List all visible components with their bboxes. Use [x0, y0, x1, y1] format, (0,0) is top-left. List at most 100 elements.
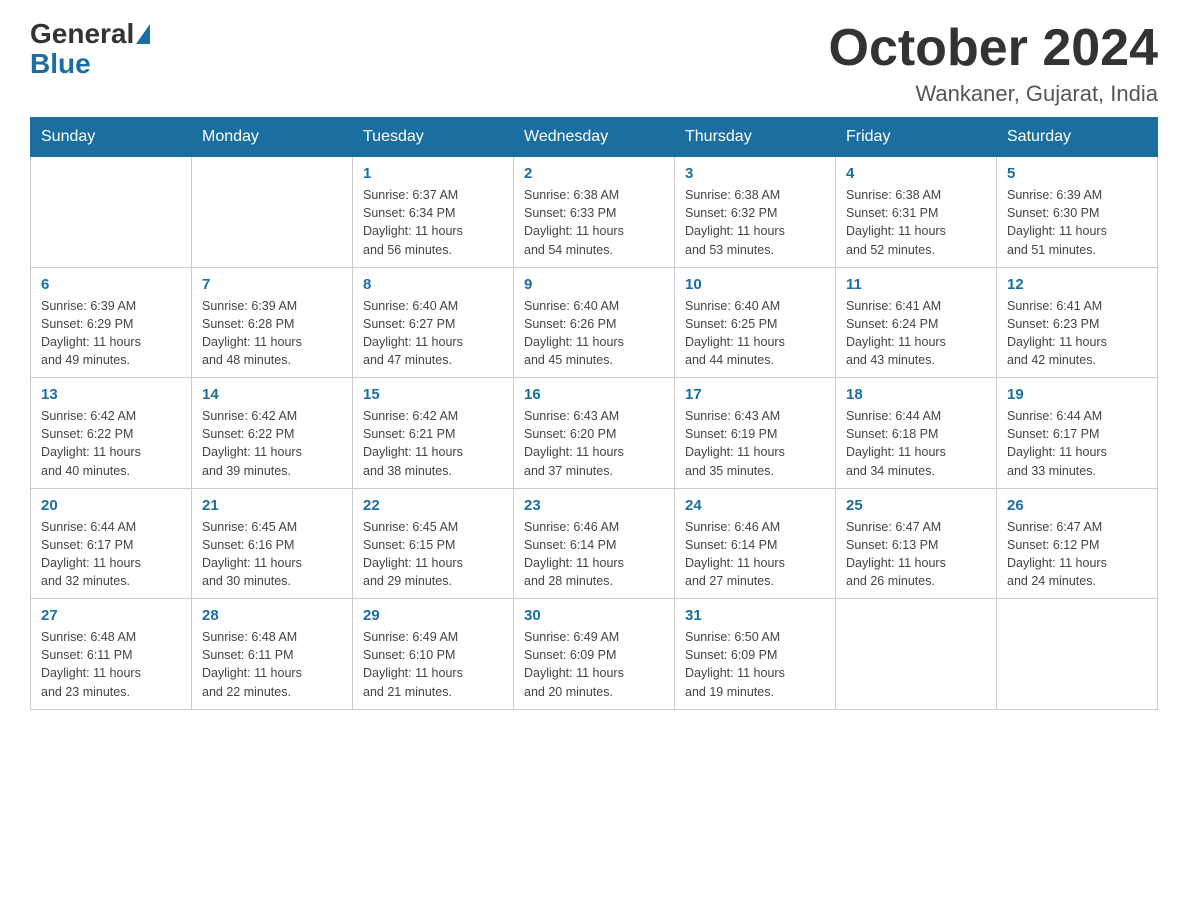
- calendar-cell: 12 Sunrise: 6:41 AMSunset: 6:23 PMDayligh…: [997, 267, 1158, 378]
- day-number: 15: [363, 386, 503, 403]
- day-number: 28: [202, 607, 342, 624]
- day-number: 23: [524, 497, 664, 514]
- day-info: Sunrise: 6:43 AMSunset: 6:20 PMDaylight:…: [524, 407, 664, 480]
- day-info: Sunrise: 6:42 AMSunset: 6:22 PMDaylight:…: [202, 407, 342, 480]
- calendar-table: SundayMondayTuesdayWednesdayThursdayFrid…: [30, 117, 1158, 710]
- day-info: Sunrise: 6:47 AMSunset: 6:12 PMDaylight:…: [1007, 518, 1147, 591]
- calendar-cell: 17 Sunrise: 6:43 AMSunset: 6:19 PMDayligh…: [675, 378, 836, 489]
- day-info: Sunrise: 6:39 AMSunset: 6:29 PMDaylight:…: [41, 297, 181, 370]
- calendar-cell: 8Sunrise: 6:40 AMSunset: 6:27 PMDaylight…: [353, 267, 514, 378]
- day-number: 11: [846, 276, 986, 293]
- week-row-3: 13 Sunrise: 6:42 AMSunset: 6:22 PMDayligh…: [31, 378, 1158, 489]
- header-row: SundayMondayTuesdayWednesdayThursdayFrid…: [31, 118, 1158, 157]
- logo: General Blue: [30, 20, 152, 80]
- day-number: 12: [1007, 276, 1147, 293]
- calendar-cell: 19 Sunrise: 6:44 AMSunset: 6:17 PMDayligh…: [997, 378, 1158, 489]
- calendar-cell: 9Sunrise: 6:40 AMSunset: 6:26 PMDaylight…: [514, 267, 675, 378]
- month-title: October 2024: [829, 20, 1159, 77]
- day-number: 2: [524, 165, 664, 182]
- calendar-cell: 18Sunrise: 6:44 AMSunset: 6:18 PMDayligh…: [836, 378, 997, 489]
- day-number: 24: [685, 497, 825, 514]
- header-day-monday: Monday: [192, 118, 353, 157]
- title-section: October 2024 Wankaner, Gujarat, India: [829, 20, 1159, 107]
- calendar-cell: 5 Sunrise: 6:39 AMSunset: 6:30 PMDaylight…: [997, 157, 1158, 268]
- calendar-cell: [192, 157, 353, 268]
- calendar-cell: 11 Sunrise: 6:41 AMSunset: 6:24 PMDayligh…: [836, 267, 997, 378]
- day-info: Sunrise: 6:47 AMSunset: 6:13 PMDaylight:…: [846, 518, 986, 591]
- day-info: Sunrise: 6:38 AMSunset: 6:33 PMDaylight:…: [524, 186, 664, 259]
- day-number: 17: [685, 386, 825, 403]
- day-number: 5: [1007, 165, 1147, 182]
- day-number: 9: [524, 276, 664, 293]
- calendar-cell: 23Sunrise: 6:46 AMSunset: 6:14 PMDayligh…: [514, 488, 675, 599]
- day-info: Sunrise: 6:48 AMSunset: 6:11 PMDaylight:…: [202, 628, 342, 701]
- day-number: 8: [363, 276, 503, 293]
- day-number: 27: [41, 607, 181, 624]
- calendar-cell: 13 Sunrise: 6:42 AMSunset: 6:22 PMDayligh…: [31, 378, 192, 489]
- calendar-cell: 7 Sunrise: 6:39 AMSunset: 6:28 PMDaylight…: [192, 267, 353, 378]
- calendar-cell: 6 Sunrise: 6:39 AMSunset: 6:29 PMDaylight…: [31, 267, 192, 378]
- calendar-cell: 22Sunrise: 6:45 AMSunset: 6:15 PMDayligh…: [353, 488, 514, 599]
- day-info: Sunrise: 6:39 AMSunset: 6:28 PMDaylight:…: [202, 297, 342, 370]
- day-info: Sunrise: 6:38 AMSunset: 6:32 PMDaylight:…: [685, 186, 825, 259]
- logo-triangle-icon: [136, 24, 150, 44]
- day-info: Sunrise: 6:50 AMSunset: 6:09 PMDaylight:…: [685, 628, 825, 701]
- day-info: Sunrise: 6:49 AMSunset: 6:10 PMDaylight:…: [363, 628, 503, 701]
- day-info: Sunrise: 6:45 AMSunset: 6:16 PMDaylight:…: [202, 518, 342, 591]
- day-info: Sunrise: 6:37 AMSunset: 6:34 PMDaylight:…: [363, 186, 503, 259]
- calendar-cell: 30Sunrise: 6:49 AMSunset: 6:09 PMDayligh…: [514, 599, 675, 710]
- calendar-cell: 1 Sunrise: 6:37 AMSunset: 6:34 PMDaylight…: [353, 157, 514, 268]
- day-number: 10: [685, 276, 825, 293]
- day-number: 6: [41, 276, 181, 293]
- day-number: 4: [846, 165, 986, 182]
- logo-blue-text: Blue: [30, 48, 91, 80]
- header-day-wednesday: Wednesday: [514, 118, 675, 157]
- day-number: 13: [41, 386, 181, 403]
- day-number: 14: [202, 386, 342, 403]
- calendar-cell: 29Sunrise: 6:49 AMSunset: 6:10 PMDayligh…: [353, 599, 514, 710]
- calendar-cell: 10 Sunrise: 6:40 AMSunset: 6:25 PMDayligh…: [675, 267, 836, 378]
- day-info: Sunrise: 6:42 AMSunset: 6:22 PMDaylight:…: [41, 407, 181, 480]
- day-number: 1: [363, 165, 503, 182]
- day-number: 26: [1007, 497, 1147, 514]
- day-info: Sunrise: 6:41 AMSunset: 6:23 PMDaylight:…: [1007, 297, 1147, 370]
- header-day-friday: Friday: [836, 118, 997, 157]
- day-info: Sunrise: 6:42 AMSunset: 6:21 PMDaylight:…: [363, 407, 503, 480]
- day-info: Sunrise: 6:49 AMSunset: 6:09 PMDaylight:…: [524, 628, 664, 701]
- day-info: Sunrise: 6:44 AMSunset: 6:17 PMDaylight:…: [1007, 407, 1147, 480]
- day-number: 21: [202, 497, 342, 514]
- day-info: Sunrise: 6:41 AMSunset: 6:24 PMDaylight:…: [846, 297, 986, 370]
- day-info: Sunrise: 6:43 AMSunset: 6:19 PMDaylight:…: [685, 407, 825, 480]
- week-row-4: 20 Sunrise: 6:44 AMSunset: 6:17 PMDayligh…: [31, 488, 1158, 599]
- day-info: Sunrise: 6:40 AMSunset: 6:25 PMDaylight:…: [685, 297, 825, 370]
- day-info: Sunrise: 6:45 AMSunset: 6:15 PMDaylight:…: [363, 518, 503, 591]
- day-info: Sunrise: 6:48 AMSunset: 6:11 PMDaylight:…: [41, 628, 181, 701]
- calendar-cell: 15 Sunrise: 6:42 AMSunset: 6:21 PMDayligh…: [353, 378, 514, 489]
- day-number: 31: [685, 607, 825, 624]
- calendar-cell: 25 Sunrise: 6:47 AMSunset: 6:13 PMDayligh…: [836, 488, 997, 599]
- calendar-cell: 27 Sunrise: 6:48 AMSunset: 6:11 PMDayligh…: [31, 599, 192, 710]
- day-info: Sunrise: 6:44 AMSunset: 6:17 PMDaylight:…: [41, 518, 181, 591]
- day-info: Sunrise: 6:46 AMSunset: 6:14 PMDaylight:…: [685, 518, 825, 591]
- location-title: Wankaner, Gujarat, India: [829, 81, 1159, 107]
- calendar-header: SundayMondayTuesdayWednesdayThursdayFrid…: [31, 118, 1158, 157]
- day-info: Sunrise: 6:44 AMSunset: 6:18 PMDaylight:…: [846, 407, 986, 480]
- day-number: 19: [1007, 386, 1147, 403]
- calendar-cell: 4 Sunrise: 6:38 AMSunset: 6:31 PMDaylight…: [836, 157, 997, 268]
- day-info: Sunrise: 6:39 AMSunset: 6:30 PMDaylight:…: [1007, 186, 1147, 259]
- day-number: 20: [41, 497, 181, 514]
- header-day-sunday: Sunday: [31, 118, 192, 157]
- calendar-cell: 16Sunrise: 6:43 AMSunset: 6:20 PMDayligh…: [514, 378, 675, 489]
- calendar-cell: [31, 157, 192, 268]
- calendar-cell: 3Sunrise: 6:38 AMSunset: 6:32 PMDaylight…: [675, 157, 836, 268]
- header-day-tuesday: Tuesday: [353, 118, 514, 157]
- calendar-cell: [997, 599, 1158, 710]
- logo-general-text: General: [30, 20, 134, 48]
- calendar-cell: 2 Sunrise: 6:38 AMSunset: 6:33 PMDaylight…: [514, 157, 675, 268]
- week-row-5: 27 Sunrise: 6:48 AMSunset: 6:11 PMDayligh…: [31, 599, 1158, 710]
- calendar-cell: 24 Sunrise: 6:46 AMSunset: 6:14 PMDayligh…: [675, 488, 836, 599]
- header-day-saturday: Saturday: [997, 118, 1158, 157]
- day-info: Sunrise: 6:38 AMSunset: 6:31 PMDaylight:…: [846, 186, 986, 259]
- day-number: 7: [202, 276, 342, 293]
- day-number: 25: [846, 497, 986, 514]
